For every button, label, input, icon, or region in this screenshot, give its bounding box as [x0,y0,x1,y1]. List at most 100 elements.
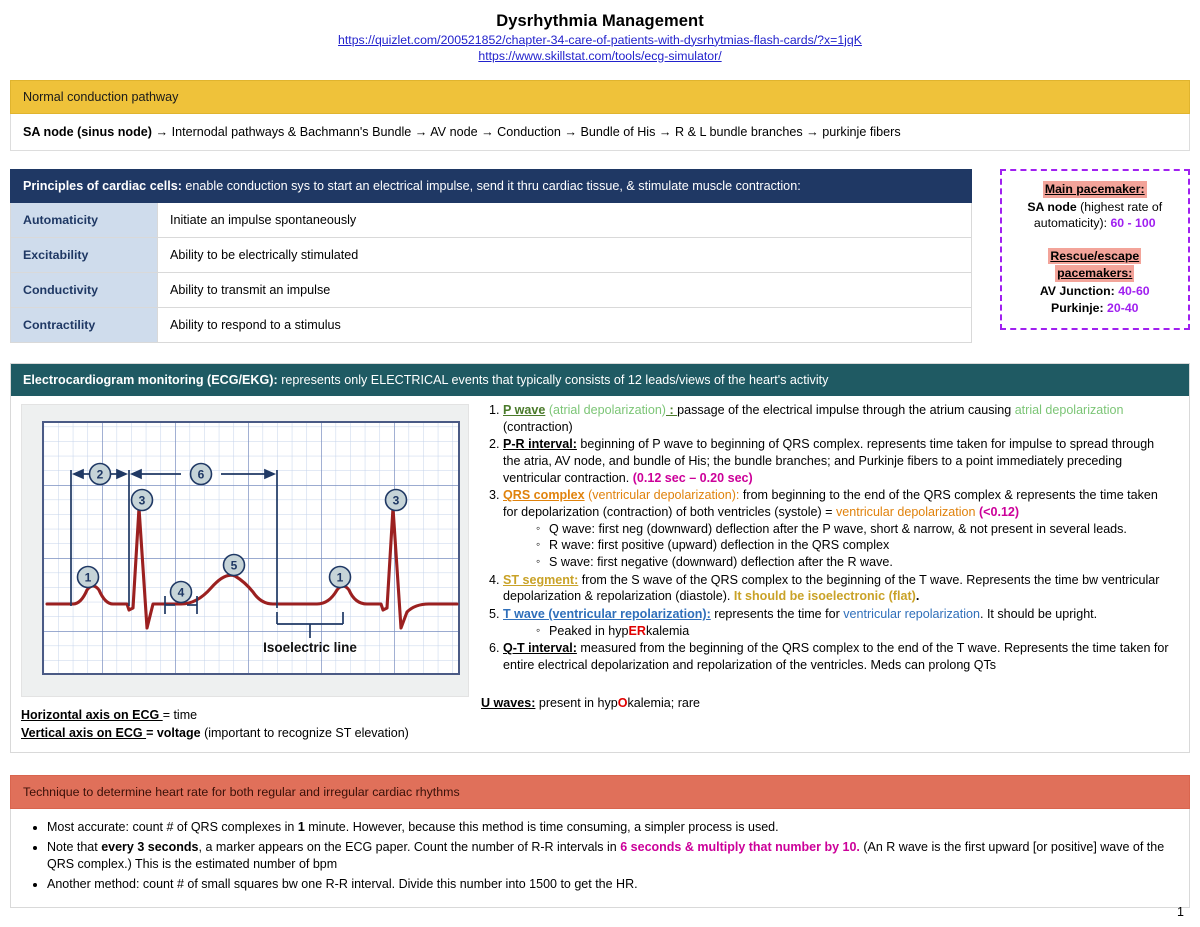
u-waves-text2: kalemia; rare [627,695,701,710]
rescue-pacemaker-rate-purkinje: 20-40 [1107,300,1139,315]
principle-definition: Ability to transmit an impulse [158,273,971,308]
technique-b1-bold: 1 [297,820,305,835]
list-item: S wave: first negative (downward) deflec… [536,554,1175,571]
conduction-pathway-row: SA node (sinus node) → Internodal pathwa… [10,114,1190,152]
ecg-item5-text1: represents the time for [710,607,844,622]
section-normal-conduction-pathway: Normal conduction pathway SA node (sinus… [10,80,1190,152]
qrs-subwaves-list: Q wave: first neg (downward) deflection … [503,521,1175,571]
svg-text:2: 2 [97,468,104,482]
title-block: Dysrhythmia Management https://quizlet.c… [0,0,1200,64]
section-principles-and-pacemakers: Principles of cardiac cells: enable cond… [10,169,1190,344]
svg-text:4: 4 [178,586,185,600]
ecg-item1-highlight: atrial depolarization [1014,403,1124,418]
svg-text:3: 3 [139,494,146,508]
ecg-callout-1-second: 1 [328,565,352,589]
list-item: P-R interval: beginning of P wave to beg… [503,436,1175,486]
list-item: Most accurate: count # of QRS complexes … [47,819,1177,837]
table-row: Automaticity Initiate an impulse spontan… [10,203,972,239]
ecg-horizontal-axis-value: = time [162,708,198,723]
list-item: Peaked in hypERkalemia [536,623,1175,640]
conduction-pathway-start: SA node (sinus node) [23,125,152,140]
technique-b2-highlight: 6 seconds & multiply that number by 10. [620,839,860,854]
main-pacemaker-rate: 60 - 100 [1110,216,1156,231]
ecg-item2-term: P-R interval: [503,437,577,452]
list-item: Another method: count # of small squares… [47,876,1177,894]
ecg-header-rest: represents only ELECTRICAL events that t… [277,373,829,388]
list-item: T wave (ventricular repolarization): rep… [503,606,1175,639]
principles-header: Principles of cardiac cells: enable cond… [10,169,972,204]
table-row: Contractility Ability to respond to a st… [10,308,972,344]
ecg-body: Isoelectric line 2 6 3 3 1 1 4 5 Horizon… [11,396,1189,753]
u-waves-term: U waves: [481,695,536,710]
principle-definition: Ability to respond to a stimulus [158,308,971,343]
ecg-horizontal-axis-label: Horizontal axis on ECG [21,708,163,723]
ecg-callout-1-first: 1 [76,565,100,589]
section-heart-rate-technique: Technique to determine heart rate for bo… [10,775,1190,909]
pacemaker-callout-box: Main pacemaker: SA node (highest rate of… [999,169,1190,331]
list-item: Q wave: first neg (downward) deflection … [536,521,1175,538]
principles-header-bold: Principles of cardiac cells: [23,179,182,194]
source-link-skillstat[interactable]: https://www.skillstat.com/tools/ecg-simu… [0,48,1200,64]
ecg-item5-highlight: ventricular repolarization [843,607,980,622]
ecg-waveform-figure: Isoelectric line 2 6 3 3 1 1 4 5 [21,404,469,698]
list-item: ST segment: from the S wave of the QRS c… [503,572,1175,605]
ecg-left-column: Isoelectric line 2 6 3 3 1 1 4 5 Horizon… [11,396,477,752]
main-pacemaker-node: SA node [1027,199,1077,214]
technique-header: Technique to determine heart rate for bo… [10,775,1190,810]
ecg-vertical-axis-value-rest: (important to recognize ST elevation) [200,726,409,741]
ecg-item1-colon: : [665,403,678,418]
list-item: P wave (atrial depolarization) : passage… [503,402,1175,435]
ecg-right-column: P wave (atrial depolarization) : passage… [477,396,1189,720]
ecg-callout-3-first: 3 [130,488,154,512]
svg-text:5: 5 [231,559,238,573]
list-item: Q-T interval: measured from the beginnin… [503,640,1175,673]
principle-term: Excitability [11,238,158,273]
technique-body: Most accurate: count # of QRS complexes … [10,809,1190,909]
ecg-axis-notes: Horizontal axis on ECG = time Vertical a… [21,706,469,742]
ecg-item5-term: T wave (ventricular repolarization): [503,607,711,622]
isoelectric-line-label: Isoelectric line [263,640,357,655]
ecg-item1-text2: (contraction) [503,419,573,434]
technique-b2-pre: Note that [47,839,102,854]
ecg-item4-highlight: It should be isoelectronic (flat) [733,589,916,604]
ecg-item6-term: Q-T interval: [503,641,577,656]
principle-term: Contractility [11,308,158,343]
ecg-callout-4: 4 [169,580,193,604]
ecg-waveform-svg: Isoelectric line 2 6 3 3 1 1 4 5 [42,421,460,676]
svg-text:3: 3 [393,494,400,508]
ecg-waveform-components-list: P wave (atrial depolarization) : passage… [481,402,1175,674]
ecg-item3-term: QRS complex [503,488,585,503]
ecg-header: Electrocardiogram monitoring (ECG/EKG): … [11,364,1189,397]
ecg-item2-value: (0.12 sec – 0.20 sec) [632,470,753,485]
rescue-pacemaker-label-purkinje: Purkinje: [1051,300,1104,315]
ecg-item5-sub-highlight: ER [628,623,646,638]
list-item: Note that every 3 seconds, a marker appe… [47,839,1177,874]
rescue-pacemaker-heading-line2: pacemakers: [1055,265,1135,283]
source-link-quizlet[interactable]: https://quizlet.com/200521852/chapter-34… [0,32,1200,48]
principle-term: Automaticity [11,203,158,238]
page-title: Dysrhythmia Management [496,12,704,30]
conduction-pathway-rest: → Internodal pathways & Bachmann's Bundl… [151,125,901,140]
page-number: 1 [1177,905,1184,919]
ecg-item3-highlight: ventricular depolarization [836,505,976,520]
principles-table: Principles of cardiac cells: enable cond… [10,169,972,344]
ecg-horizontal-axis-note: Horizontal axis on ECG = time [21,706,469,724]
svg-text:6: 6 [198,468,205,482]
u-waves-text1: present in hyp [535,695,618,710]
ecg-callout-5: 5 [222,553,246,577]
ecg-item2-text: beginning of P wave to beginning of QRS … [503,437,1155,485]
list-item: QRS complex (ventricular depolarization)… [503,487,1175,570]
technique-bullet-list: Most accurate: count # of QRS complexes … [23,819,1177,893]
ecg-item1-paren: (atrial depolarization) [545,403,666,418]
ecg-vertical-axis-label: Vertical axis on ECG [21,726,147,741]
svg-text:1: 1 [337,571,344,585]
ecg-item4-period: . [915,589,920,604]
technique-b1-post: minute. However, because this method is … [304,820,779,835]
ecg-vertical-axis-note: Vertical axis on ECG = voltage (importan… [21,724,469,742]
ecg-vertical-axis-value-bold: = voltage [146,726,201,741]
ecg-callout-3-second: 3 [384,488,408,512]
rescue-pacemaker-rate-av: 40-60 [1118,284,1150,299]
main-pacemaker-heading: Main pacemaker: [1042,181,1147,198]
ecg-item3-paren: (ventricular depolarization): [584,488,740,503]
section-ecg-monitoring: Electrocardiogram monitoring (ECG/EKG): … [10,363,1190,754]
